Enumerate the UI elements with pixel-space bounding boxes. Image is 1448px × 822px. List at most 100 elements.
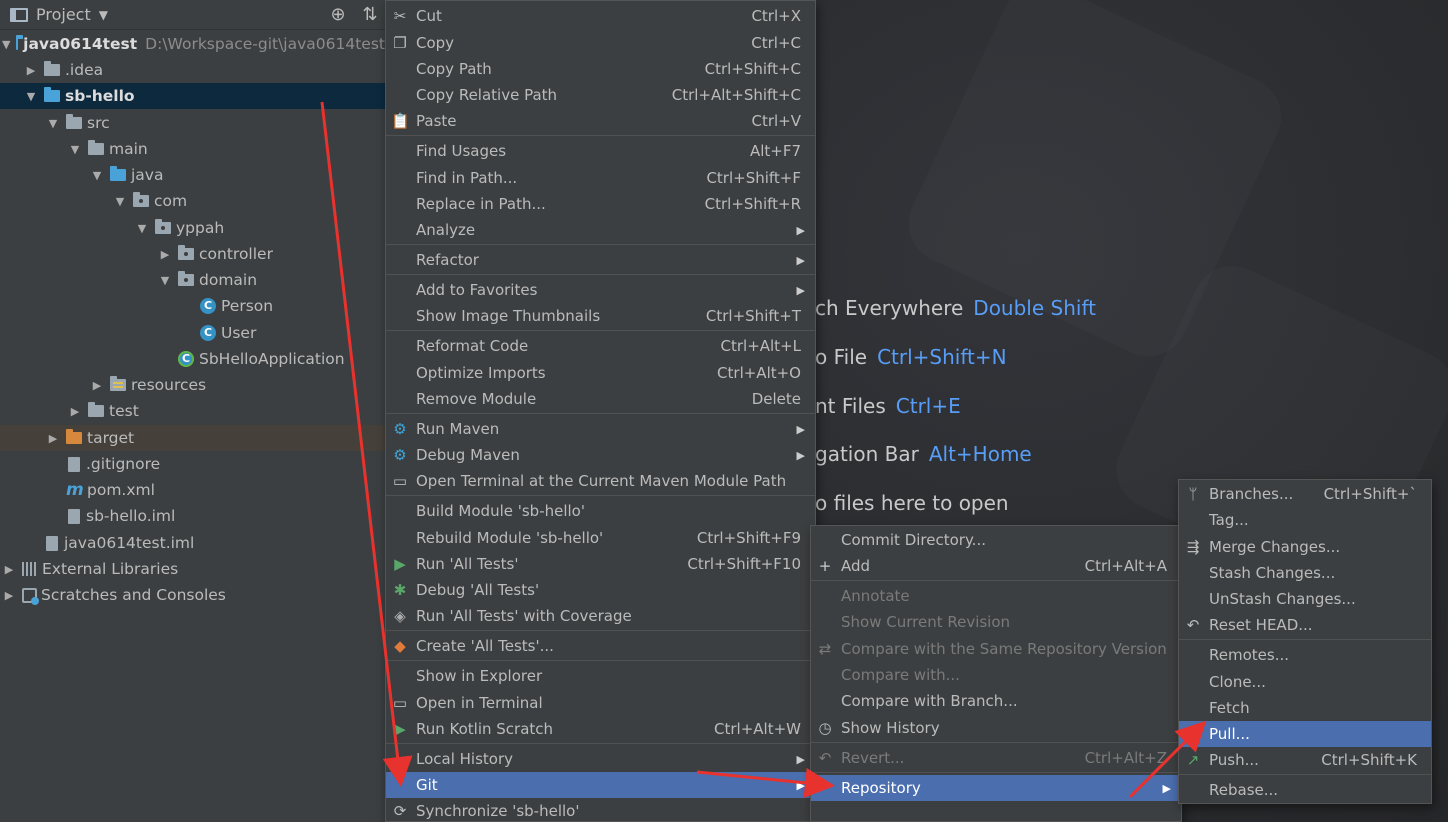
tree-item-resources[interactable]: ▶ resources [0, 372, 385, 398]
menu-item-rebase[interactable]: Rebase... [1179, 777, 1431, 803]
expand-arrow-icon[interactable]: ▶ [68, 405, 82, 418]
tree-item-java0614test-iml[interactable]: java0614test.iml [0, 530, 385, 556]
menu-item-find-in-path[interactable]: Find in Path... Ctrl+Shift+F [386, 165, 815, 191]
menu-item-analyze[interactable]: Analyze ▶ [386, 217, 815, 243]
expand-arrow-icon[interactable]: ▶ [2, 563, 16, 576]
menu-item-unstash-changes[interactable]: UnStash Changes... [1179, 586, 1431, 612]
tree-item-idea[interactable]: ▶ .idea [0, 57, 385, 83]
tree-item-target[interactable]: ▶ target [0, 425, 385, 451]
menu-item-commit-directory[interactable]: Commit Directory... [811, 527, 1181, 553]
expand-arrow-icon[interactable]: ▶ [24, 64, 38, 77]
menu-item-reset-head[interactable]: ↶ Reset HEAD... [1179, 612, 1431, 638]
menu-item-revert[interactable]: ↶ Revert... Ctrl+Alt+Z [811, 745, 1181, 771]
tree-item-java0614test[interactable]: ▼ java0614test D:\Workspace-git\java0614te… [0, 31, 385, 57]
locate-icon[interactable]: ⊕ [327, 4, 349, 26]
project-title[interactable]: Project [36, 5, 91, 24]
menu-item-synchronize-sb-hello[interactable]: ⟳ Synchronize 'sb-hello' [386, 798, 815, 822]
menu-item-build-module-sb-hello[interactable]: Build Module 'sb-hello' [386, 498, 815, 524]
menu-item-reformat-code[interactable]: Reformat Code Ctrl+Alt+L [386, 333, 815, 359]
menu-item-tag[interactable]: Tag... [1179, 507, 1431, 533]
menu-item-compare-with[interactable]: Compare with... [811, 662, 1181, 688]
expand-arrow-icon[interactable]: ▼ [90, 169, 104, 182]
menu-item-merge-changes[interactable]: ⇶ Merge Changes... [1179, 534, 1431, 560]
menu-item-create-all-tests[interactable]: ◆ Create 'All Tests'... [386, 633, 815, 659]
menu-item-annotate[interactable]: Annotate [811, 583, 1181, 609]
expand-arrow-icon[interactable]: ▼ [158, 274, 172, 287]
menu-item-clone[interactable]: Clone... [1179, 669, 1431, 695]
menu-item-run-kotlin-scratch[interactable]: ▶ Run Kotlin Scratch Ctrl+Alt+W [386, 716, 815, 742]
tree-item-main[interactable]: ▼ main [0, 136, 385, 162]
menu-item-pull[interactable]: ↙ Pull... [1179, 721, 1431, 747]
expand-arrow-icon[interactable]: ▶ [2, 589, 16, 602]
menu-item-branches[interactable]: ᛘ Branches... Ctrl+Shift+` [1179, 481, 1431, 507]
menu-item-repository[interactable]: Repository ▶ [811, 775, 1181, 801]
expand-arrow-icon[interactable]: ▼ [135, 222, 149, 235]
expand-arrow-icon[interactable]: ▼ [46, 117, 60, 130]
menu-item-run-maven[interactable]: ⚙ Run Maven ▶ [386, 416, 815, 442]
tree-item-external-libraries[interactable]: ▶ External Libraries [0, 556, 385, 582]
menu-item-show-history[interactable]: ◷ Show History [811, 715, 1181, 741]
menu-item-add[interactable]: + Add Ctrl+Alt+A [811, 553, 1181, 579]
menu-item-show-image-thumbnails[interactable]: Show Image Thumbnails Ctrl+Shift+T [386, 303, 815, 329]
tree-item-user[interactable]: C User [0, 320, 385, 346]
menu-item-find-usages[interactable]: Find Usages Alt+F7 [386, 138, 815, 164]
tree-item-sb-hello-iml[interactable]: sb-hello.iml [0, 503, 385, 529]
menu-item-remotes[interactable]: Remotes... [1179, 642, 1431, 668]
expand-arrow-icon[interactable]: ▼ [2, 38, 10, 51]
menu-item-fetch[interactable]: Fetch [1179, 695, 1431, 721]
menu-item-optimize-imports[interactable]: Optimize Imports Ctrl+Alt+O [386, 360, 815, 386]
menu-item-rebuild-module-sb-hello[interactable]: Rebuild Module 'sb-hello' Ctrl+Shift+F9 [386, 525, 815, 551]
menu-item-show-in-explorer[interactable]: Show in Explorer [386, 663, 815, 689]
menu-item-compare-with-the-same-repository-version[interactable]: ⇄ Compare with the Same Repository Versio… [811, 636, 1181, 662]
tree-item-sbhelloapplication[interactable]: C SbHelloApplication [0, 346, 385, 372]
menu-item-label: Stash Changes... [1209, 564, 1336, 582]
menu-item-copy-relative-path[interactable]: Copy Relative Path Ctrl+Alt+Shift+C [386, 82, 815, 108]
tree-item-scratches[interactable]: ▶ Scratches and Consoles [0, 582, 385, 608]
menu-item-remove-module[interactable]: Remove Module Delete [386, 386, 815, 412]
menu-item-open-terminal-at-the-current-maven-module-path[interactable]: ▭ Open Terminal at the Current Maven Modu… [386, 468, 815, 494]
tree-item-sb-hello[interactable]: ▼ sb-hello [0, 83, 385, 109]
terminal-icon: ▭ [392, 472, 408, 490]
expand-arrow-icon[interactable]: ▼ [113, 195, 127, 208]
tree-item-person[interactable]: C Person [0, 293, 385, 319]
tree-item-pom-xml[interactable]: m pom.xml [0, 477, 385, 503]
menu-item-show-current-revision[interactable]: Show Current Revision [811, 609, 1181, 635]
menu-item-replace-in-path[interactable]: Replace in Path... Ctrl+Shift+R [386, 191, 815, 217]
tree-item-test[interactable]: ▶ test [0, 398, 385, 424]
tree-item-gitignore[interactable]: .gitignore [0, 451, 385, 477]
menu-item-run-all-tests[interactable]: ▶ Run 'All Tests' Ctrl+Shift+F10 [386, 551, 815, 577]
menu-item-copy-path[interactable]: Copy Path Ctrl+Shift+C [386, 56, 815, 82]
tree-item-src[interactable]: ▼ src [0, 110, 385, 136]
resources-folder-icon [110, 376, 126, 391]
tree-item-java[interactable]: ▼ java [0, 162, 385, 188]
expand-arrow-icon[interactable]: ▼ [24, 90, 38, 103]
menu-item-debug-maven[interactable]: ⚙ Debug Maven ▶ [386, 442, 815, 468]
menu-item-stash-changes[interactable]: Stash Changes... [1179, 560, 1431, 586]
file-icon [68, 456, 80, 472]
expand-arrow-icon[interactable]: ▶ [158, 248, 172, 261]
tree-item-controller[interactable]: ▶ controller [0, 241, 385, 267]
menu-item-debug-all-tests[interactable]: ✱ Debug 'All Tests' [386, 577, 815, 603]
menu-item-push[interactable]: ↗ Push... Ctrl+Shift+K [1179, 747, 1431, 773]
menu-item-paste[interactable]: 📋 Paste Ctrl+V [386, 108, 815, 134]
menu-item-local-history[interactable]: Local History ▶ [386, 746, 815, 772]
expand-arrow-icon[interactable]: ▶ [90, 379, 104, 392]
tree-item-com[interactable]: ▼ com [0, 188, 385, 214]
menu-item-label: Find in Path... [416, 169, 518, 187]
menu-item-add-to-favorites[interactable]: Add to Favorites ▶ [386, 277, 815, 303]
module-file-icon [68, 508, 80, 524]
expand-arrow-icon[interactable]: ▶ [46, 432, 60, 445]
menu-item-git[interactable]: Git ▶ [386, 772, 815, 798]
menu-item-open-in-terminal[interactable]: ▭ Open in Terminal [386, 690, 815, 716]
tree-item-yppah[interactable]: ▼ yppah [0, 215, 385, 241]
chevron-down-icon[interactable]: ▼ [99, 8, 108, 22]
menu-item-compare-with-branch[interactable]: Compare with Branch... [811, 688, 1181, 714]
menu-item-label: Analyze [416, 221, 476, 239]
collapse-icon[interactable]: ⇅ [359, 4, 381, 26]
menu-item-refactor[interactable]: Refactor ▶ [386, 247, 815, 273]
tree-item-domain[interactable]: ▼ domain [0, 267, 385, 293]
menu-item-run-all-tests-with-coverage[interactable]: ◈ Run 'All Tests' with Coverage [386, 603, 815, 629]
menu-item-cut[interactable]: ✂ Cut Ctrl+X [386, 3, 815, 29]
menu-item-copy[interactable]: ❐ Copy Ctrl+C [386, 30, 815, 56]
expand-arrow-icon[interactable]: ▼ [68, 143, 82, 156]
